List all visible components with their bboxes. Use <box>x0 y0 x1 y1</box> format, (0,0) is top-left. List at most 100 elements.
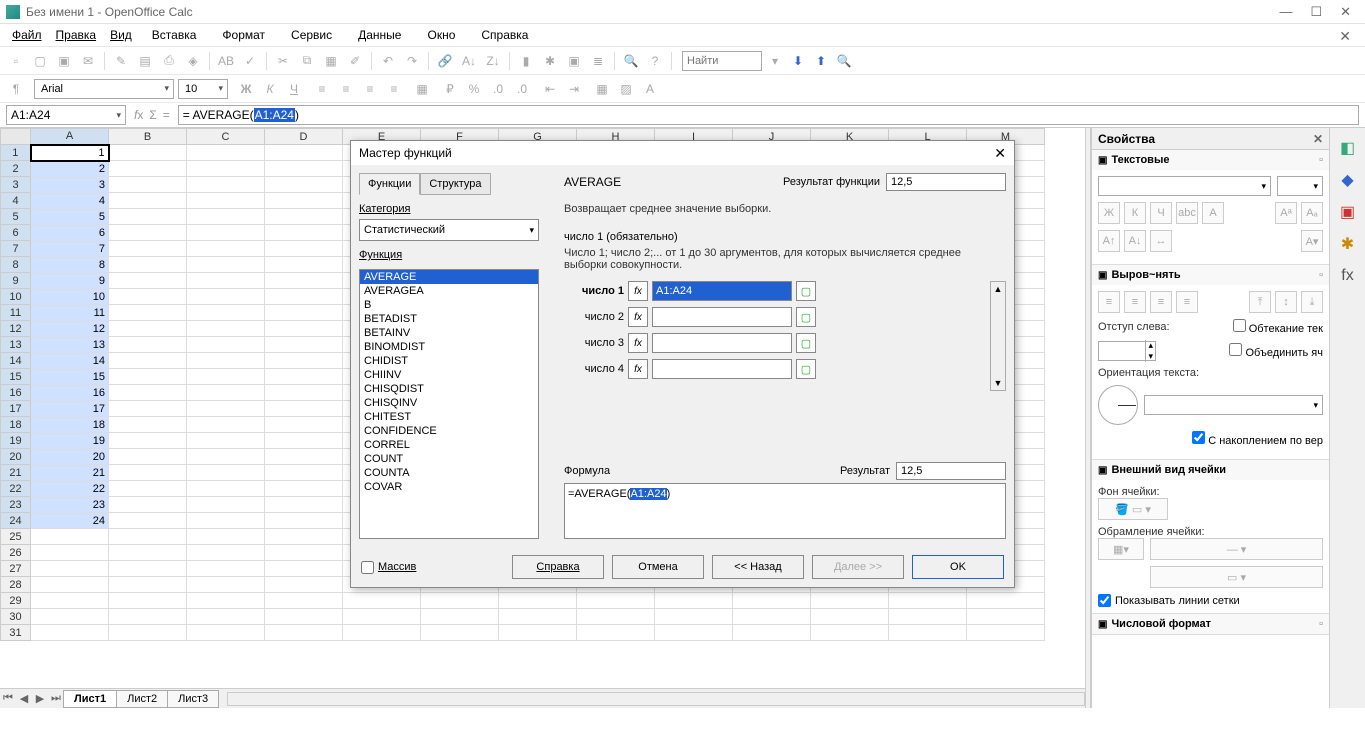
cell[interactable] <box>265 289 343 305</box>
cell[interactable] <box>889 625 967 641</box>
row-header[interactable]: 6 <box>1 225 31 241</box>
email-icon[interactable]: ✉ <box>78 51 98 71</box>
cell[interactable] <box>655 593 733 609</box>
cell[interactable] <box>265 449 343 465</box>
row-header[interactable]: 24 <box>1 513 31 529</box>
cell[interactable] <box>577 625 655 641</box>
cell[interactable]: 18 <box>31 417 109 433</box>
sb-align-right-icon[interactable]: ≡ <box>1150 291 1172 313</box>
cell[interactable] <box>187 609 265 625</box>
arg-shrink-icon[interactable]: ▢ <box>796 307 816 327</box>
dialog-close-icon[interactable]: ✕ <box>994 145 1006 162</box>
sidebar-size-combo[interactable]: ▾ <box>1277 176 1323 196</box>
cell[interactable] <box>187 593 265 609</box>
cell[interactable] <box>109 545 187 561</box>
menu-tools[interactable]: Сервис <box>279 26 344 44</box>
tab-functions[interactable]: Функции <box>359 173 420 195</box>
function-wizard-icon[interactable]: fx <box>132 106 145 124</box>
cell[interactable] <box>187 545 265 561</box>
cell[interactable] <box>109 353 187 369</box>
sort-asc-icon[interactable]: A↓ <box>459 51 479 71</box>
strip-gallery-icon[interactable]: ▣ <box>1336 200 1360 224</box>
cell[interactable] <box>187 417 265 433</box>
arg-fx-icon[interactable]: fx <box>628 359 648 379</box>
sb-valign-top-icon[interactable]: ⤒ <box>1249 291 1271 313</box>
cell[interactable]: 7 <box>31 241 109 257</box>
arg-fx-icon[interactable]: fx <box>628 307 648 327</box>
cell[interactable] <box>109 433 187 449</box>
array-checkbox[interactable]: Массив <box>361 561 416 574</box>
cell[interactable] <box>343 593 421 609</box>
cell[interactable] <box>109 417 187 433</box>
navigator-icon[interactable]: ✱ <box>540 51 560 71</box>
cell[interactable] <box>187 401 265 417</box>
cell[interactable] <box>265 481 343 497</box>
bg-color-picker[interactable]: 🪣 ▭ ▾ <box>1098 498 1168 520</box>
function-list-item[interactable]: B <box>360 298 538 312</box>
function-list-item[interactable]: COVAR <box>360 480 538 494</box>
edit-icon[interactable]: ✎ <box>111 51 131 71</box>
cell[interactable]: 21 <box>31 465 109 481</box>
indent-dec-icon[interactable]: ⇤ <box>540 79 560 99</box>
cell[interactable] <box>265 353 343 369</box>
find-prev-icon[interactable]: ⬆ <box>811 51 831 71</box>
save-icon[interactable]: ▣ <box>54 51 74 71</box>
equals-icon[interactable]: = <box>161 106 172 124</box>
cell[interactable] <box>187 193 265 209</box>
menu-data[interactable]: Данные <box>346 26 413 44</box>
decimal-add-icon[interactable]: .0 <box>488 79 508 99</box>
menu-insert[interactable]: Вставка <box>140 26 209 44</box>
bold-icon[interactable]: Ж <box>236 79 256 99</box>
cell[interactable] <box>187 305 265 321</box>
sort-desc-icon[interactable]: Z↓ <box>483 51 503 71</box>
row-header[interactable]: 13 <box>1 337 31 353</box>
cell[interactable] <box>109 145 187 161</box>
row-header[interactable]: 31 <box>1 625 31 641</box>
cell[interactable] <box>109 577 187 593</box>
tab-nav-last-icon[interactable]: ⏭ <box>48 691 64 707</box>
cell[interactable]: 14 <box>31 353 109 369</box>
row-header[interactable]: 10 <box>1 289 31 305</box>
help-button[interactable]: Справка <box>512 555 604 579</box>
cell[interactable] <box>187 161 265 177</box>
cell[interactable] <box>265 273 343 289</box>
cell[interactable] <box>187 337 265 353</box>
close-button[interactable]: ✕ <box>1340 4 1351 20</box>
cell[interactable] <box>109 257 187 273</box>
function-list-item[interactable]: CHIDIST <box>360 354 538 368</box>
row-header[interactable]: 12 <box>1 321 31 337</box>
sb-grow-icon[interactable]: A↑ <box>1098 230 1120 252</box>
cell[interactable] <box>187 177 265 193</box>
zoom-icon[interactable]: 🔍 <box>621 51 641 71</box>
font-name-combo[interactable]: Arial▾ <box>34 79 174 99</box>
decimal-remove-icon[interactable]: .0 <box>512 79 532 99</box>
cell[interactable] <box>889 593 967 609</box>
formula-textarea[interactable]: =AVERAGE(A1:A24) <box>564 483 1006 539</box>
cell[interactable] <box>109 497 187 513</box>
row-header[interactable]: 29 <box>1 593 31 609</box>
sidebar-section-number[interactable]: ▣Числовой формат▫ <box>1092 614 1329 634</box>
row-header[interactable]: 28 <box>1 577 31 593</box>
link-icon[interactable]: 🔗 <box>435 51 455 71</box>
stack-checkbox[interactable]: С накоплением по вер <box>1192 431 1323 447</box>
cell[interactable] <box>31 593 109 609</box>
cell[interactable] <box>109 305 187 321</box>
row-header[interactable]: 3 <box>1 177 31 193</box>
function-list-item[interactable]: COUNT <box>360 452 538 466</box>
cell[interactable]: 2 <box>31 161 109 177</box>
cell[interactable]: 3 <box>31 177 109 193</box>
cell[interactable] <box>187 257 265 273</box>
paste-icon[interactable]: ▦ <box>321 51 341 71</box>
sb-valign-bot-icon[interactable]: ⤓ <box>1301 291 1323 313</box>
column-header[interactable]: C <box>187 129 265 145</box>
column-header[interactable]: B <box>109 129 187 145</box>
cell[interactable] <box>889 609 967 625</box>
cell[interactable] <box>265 209 343 225</box>
cell[interactable] <box>265 609 343 625</box>
cell[interactable] <box>577 609 655 625</box>
rotation-combo[interactable]: ▾ <box>1144 395 1323 415</box>
arg-scroll-down-icon[interactable]: ▼ <box>994 378 1003 388</box>
function-list-item[interactable]: AVERAGEA <box>360 284 538 298</box>
function-list-item[interactable]: CONFIDENCE <box>360 424 538 438</box>
function-list-item[interactable]: AVERAGE <box>360 270 538 284</box>
